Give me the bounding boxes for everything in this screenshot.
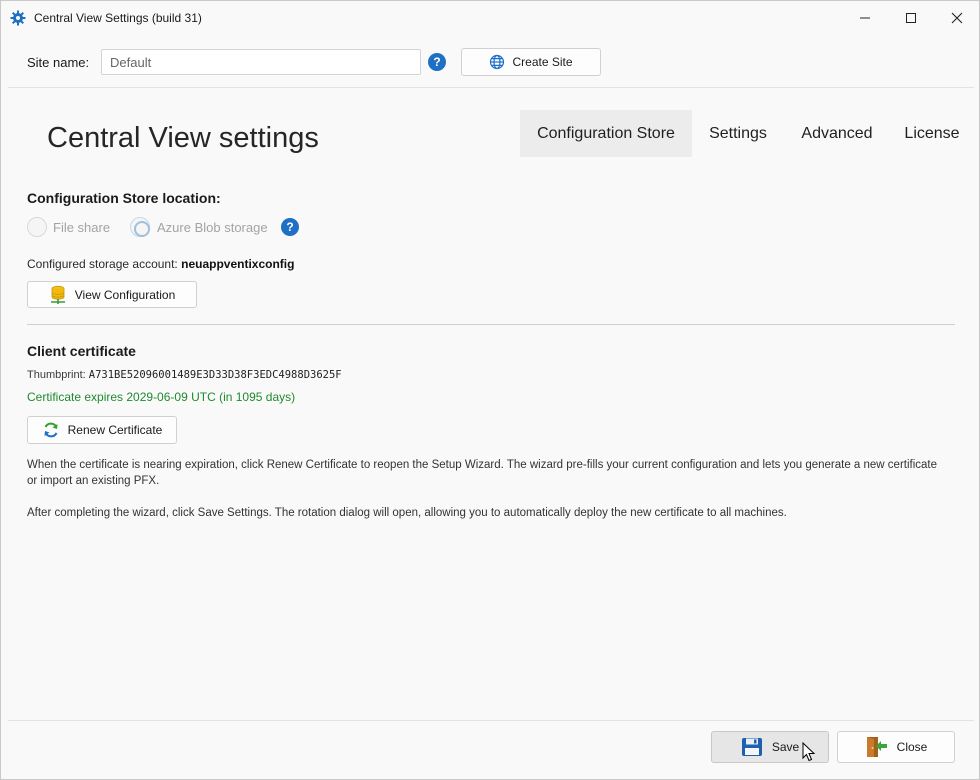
window-title: Central View Settings (build 31)	[34, 11, 202, 25]
thumbprint-label: Thumbprint:	[27, 369, 86, 381]
close-window-button[interactable]	[934, 1, 980, 35]
close-icon	[951, 12, 963, 24]
section-divider	[27, 324, 955, 325]
storage-account-label: Configured storage account:	[27, 257, 178, 271]
renew-certificate-button[interactable]: Renew Certificate	[27, 416, 177, 444]
gear-icon	[10, 10, 26, 26]
site-name-input[interactable]	[101, 49, 421, 75]
azure-blob-radio[interactable]	[130, 217, 150, 237]
globe-icon	[490, 54, 505, 70]
refresh-icon	[44, 422, 58, 438]
page-title: Central View settings	[47, 122, 319, 154]
view-configuration-label: View Configuration	[74, 287, 176, 302]
store-location-heading: Configuration Store location:	[27, 190, 221, 206]
help-glyph: ?	[286, 220, 294, 234]
footer-divider	[8, 720, 974, 721]
maximize-icon	[906, 13, 916, 23]
renew-certificate-label: Renew Certificate	[67, 423, 163, 437]
file-share-label: File share	[53, 220, 111, 235]
exit-door-icon	[866, 737, 887, 757]
thumbprint: Thumbprint: A731BE52096001489E3D33D38F3E…	[27, 369, 342, 381]
site-help-icon[interactable]: ?	[428, 53, 446, 71]
tab-license[interactable]: License	[892, 110, 972, 157]
azure-blob-label: Azure Blob storage	[157, 220, 268, 235]
thumbprint-value: A731BE52096001489E3D33D38F3EDC4988D3625F	[88, 369, 342, 381]
storage-account-value: neuappventixconfig	[181, 257, 295, 271]
maximize-button[interactable]	[888, 1, 934, 35]
mouse-cursor-icon	[802, 742, 816, 762]
minimize-button[interactable]	[842, 1, 888, 35]
save-label: Save	[771, 740, 800, 754]
tab-advanced[interactable]: Advanced	[786, 110, 888, 157]
storage-account: Configured storage account: neuappventix…	[27, 257, 294, 271]
create-site-button[interactable]: Create Site	[461, 48, 601, 76]
help-glyph: ?	[433, 55, 441, 69]
settings-window: Central View Settings (build 31) Site na…	[0, 0, 980, 780]
storage-help-icon[interactable]: ?	[281, 218, 299, 236]
title-bar: Central View Settings (build 31)	[1, 1, 979, 35]
tab-settings[interactable]: Settings	[692, 110, 784, 157]
view-configuration-button[interactable]: View Configuration	[27, 281, 197, 308]
tab-configuration-store[interactable]: Configuration Store	[520, 110, 692, 157]
file-share-radio[interactable]	[27, 217, 47, 237]
divider	[8, 87, 974, 88]
minimize-icon	[860, 17, 870, 19]
site-name-label: Site name:	[27, 55, 90, 70]
certificate-expiry: Certificate expires 2029-06-09 UTC (in 1…	[27, 390, 296, 404]
rotation-instructions: After completing the wizard, click Save …	[27, 507, 787, 519]
close-button[interactable]: Close	[837, 731, 955, 763]
close-label: Close	[896, 740, 928, 754]
create-site-label: Create Site	[512, 55, 573, 69]
database-icon	[50, 285, 65, 304]
save-disk-icon	[741, 738, 762, 756]
renew-instructions: When the certificate is nearing expirati…	[27, 459, 938, 487]
client-certificate-heading: Client certificate	[27, 343, 136, 359]
